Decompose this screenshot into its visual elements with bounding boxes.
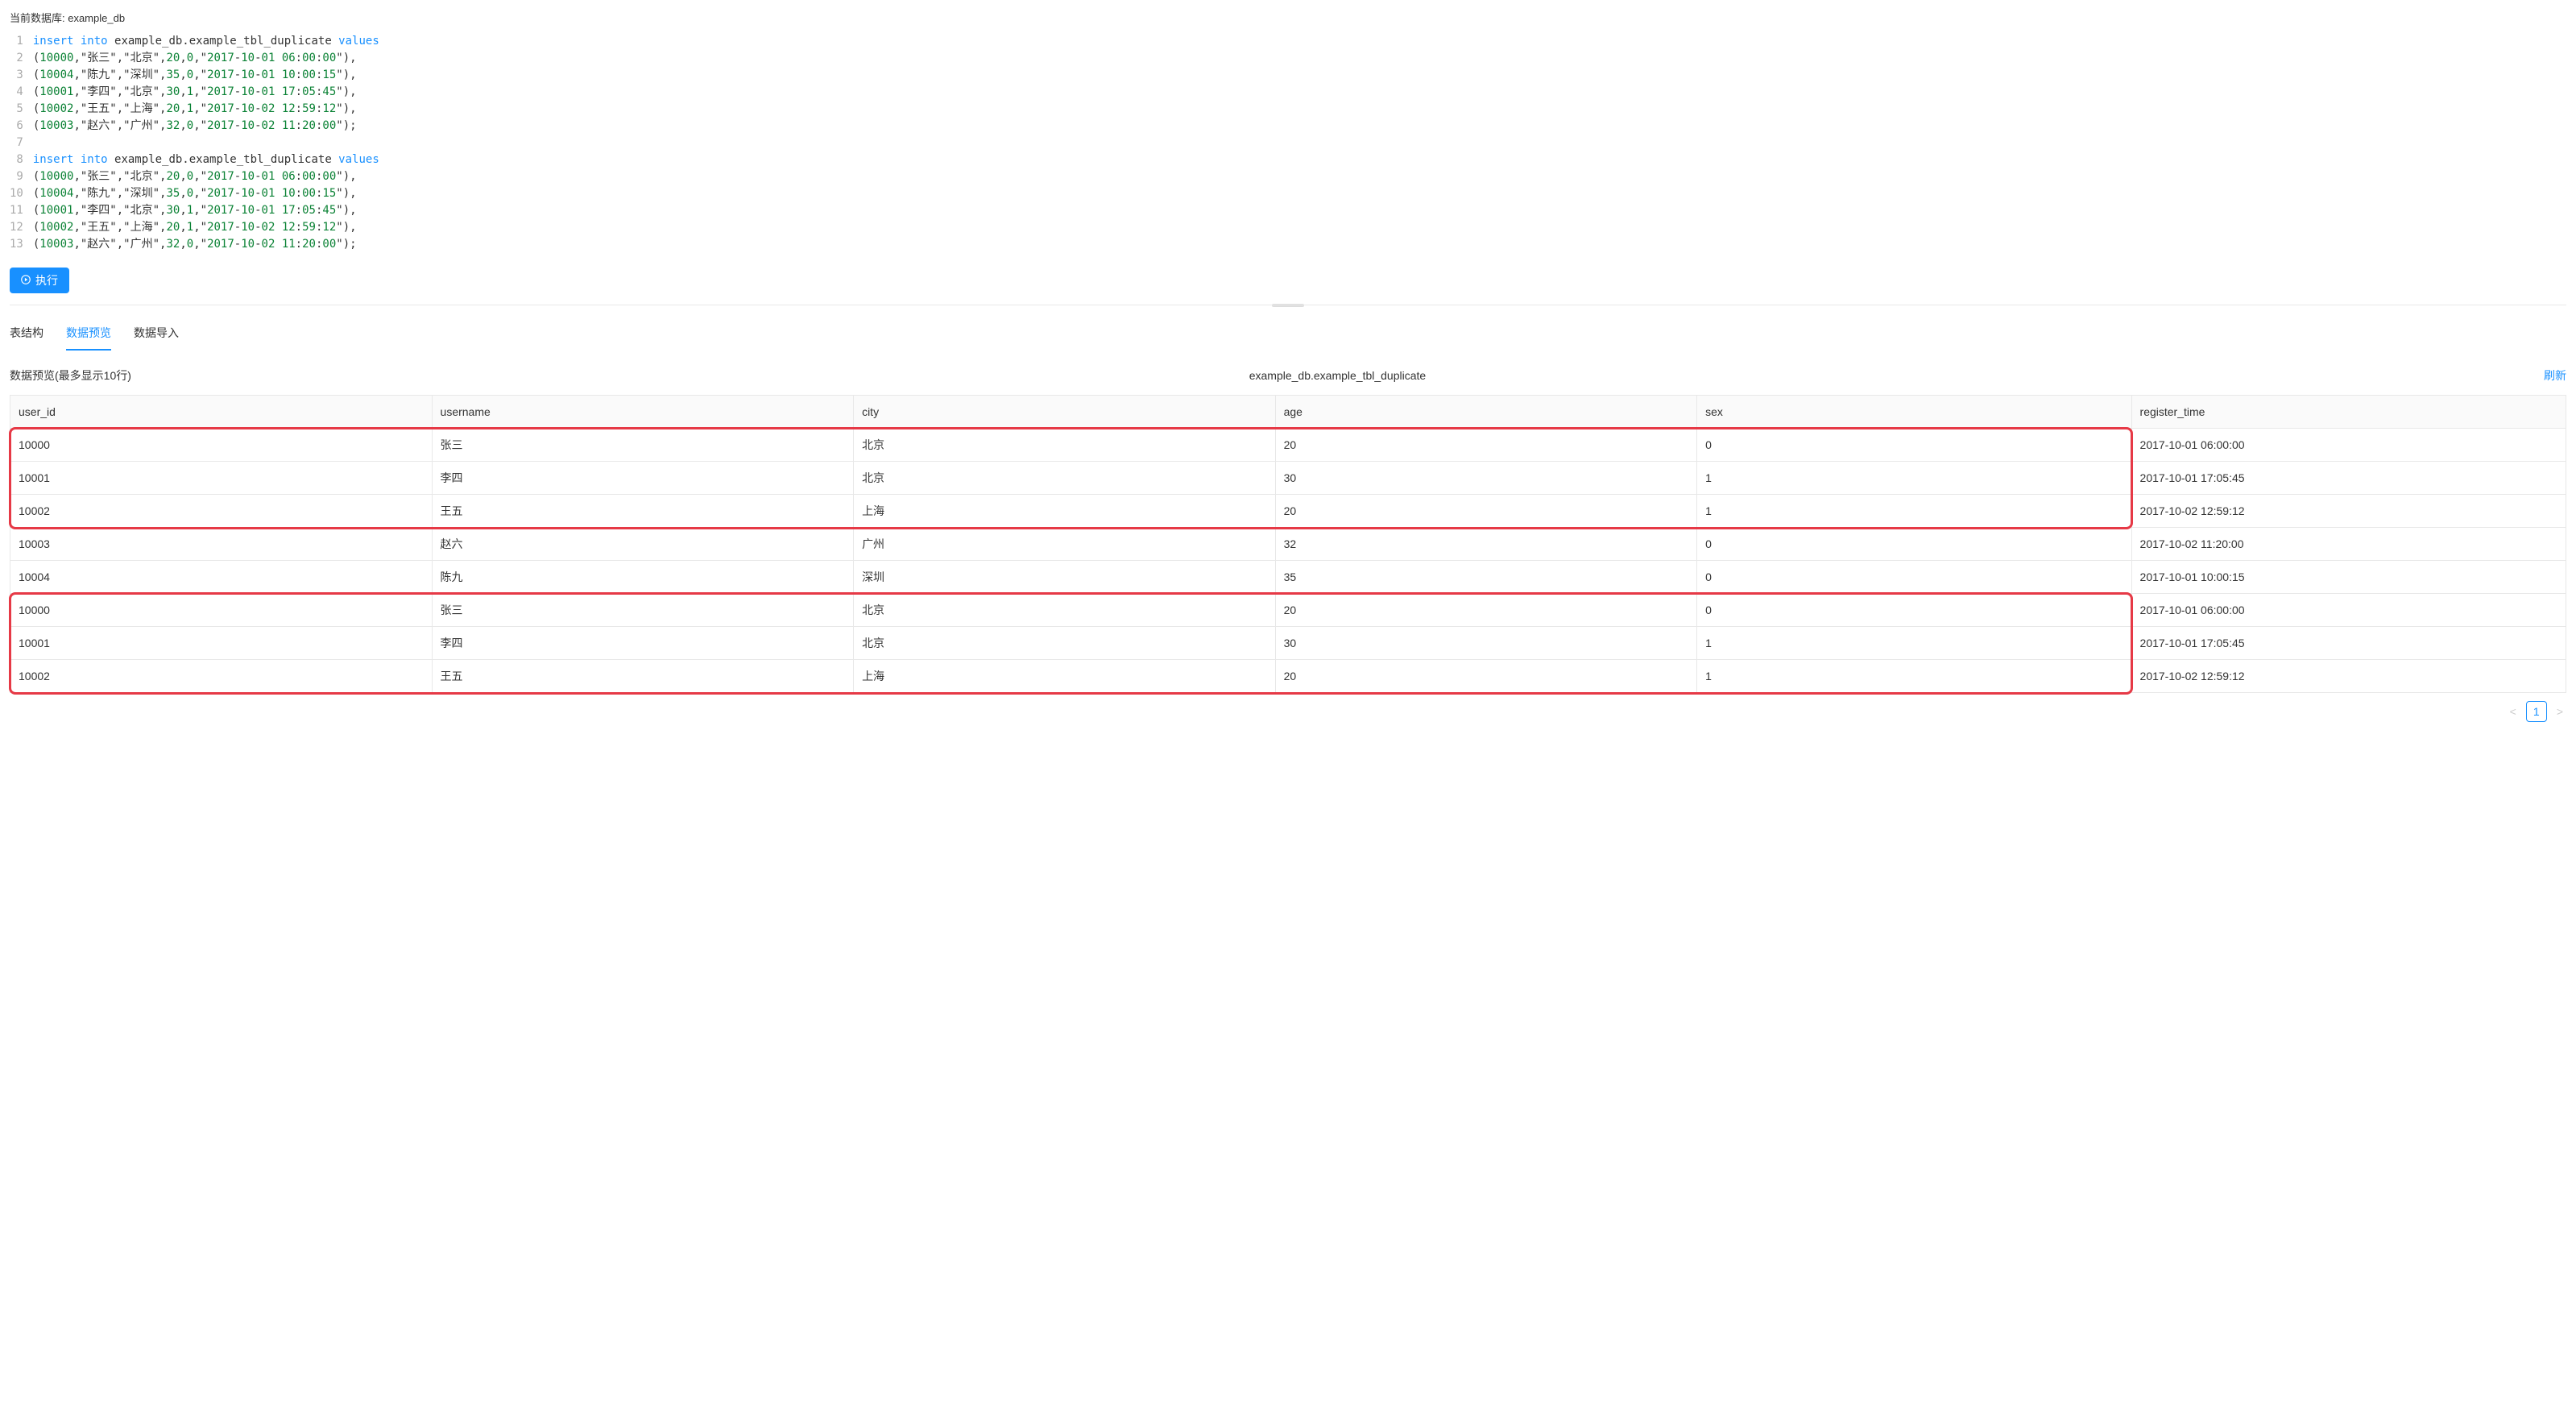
cell-username: 张三 [432,429,854,462]
column-header-register_time: register_time [2131,396,2566,429]
page-prev[interactable]: < [2507,703,2520,720]
cell-city: 北京 [854,462,1276,495]
cell-sex: 0 [1697,594,2131,627]
play-icon [21,274,31,287]
table-row: 10003赵六广州3202017-10-02 11:20:00 [10,528,2566,561]
cell-sex: 1 [1697,660,2131,693]
cell-user_id: 10003 [10,528,433,561]
cell-user_id: 10001 [10,462,433,495]
table-row: 10002王五上海2012017-10-02 12:59:12 [10,495,2566,528]
cell-age: 30 [1275,462,1697,495]
cell-register_time: 2017-10-02 12:59:12 [2131,495,2566,528]
table-row: 10000张三北京2002017-10-01 06:00:00 [10,594,2566,627]
cell-register_time: 2017-10-02 11:20:00 [2131,528,2566,561]
cell-user_id: 10004 [10,561,433,594]
line-gutter: 12345678910111213 [10,33,33,253]
tab-0[interactable]: 表结构 [10,320,43,351]
execute-button[interactable]: 执行 [10,268,69,293]
cell-sex: 1 [1697,495,2131,528]
cell-register_time: 2017-10-01 10:00:15 [2131,561,2566,594]
cell-sex: 1 [1697,627,2131,660]
data-preview-table: user_idusernamecityagesexregister_time 1… [10,395,2566,693]
cell-age: 20 [1275,594,1697,627]
cell-username: 张三 [432,594,854,627]
code-content[interactable]: insert into example_db.example_tbl_dupli… [33,33,2566,253]
table-row: 10004陈九深圳3502017-10-01 10:00:15 [10,561,2566,594]
cell-user_id: 10000 [10,429,433,462]
result-tabs: 表结构数据预览数据导入 [10,320,2566,351]
cell-username: 李四 [432,462,854,495]
cell-age: 35 [1275,561,1697,594]
table-row: 10002王五上海2012017-10-02 12:59:12 [10,660,2566,693]
cell-register_time: 2017-10-02 12:59:12 [2131,660,2566,693]
cell-user_id: 10000 [10,594,433,627]
cell-username: 陈九 [432,561,854,594]
cell-sex: 0 [1697,429,2131,462]
cell-register_time: 2017-10-01 17:05:45 [2131,627,2566,660]
cell-age: 30 [1275,627,1697,660]
column-header-user_id: user_id [10,396,433,429]
cell-register_time: 2017-10-01 06:00:00 [2131,594,2566,627]
cell-age: 20 [1275,429,1697,462]
cell-user_id: 10002 [10,495,433,528]
cell-user_id: 10001 [10,627,433,660]
cell-username: 李四 [432,627,854,660]
table-row: 10001李四北京3012017-10-01 17:05:45 [10,462,2566,495]
cell-age: 20 [1275,660,1697,693]
page-next[interactable]: > [2553,703,2566,720]
column-header-username: username [432,396,854,429]
cell-age: 32 [1275,528,1697,561]
cell-city: 上海 [854,495,1276,528]
cell-city: 北京 [854,627,1276,660]
cell-sex: 1 [1697,462,2131,495]
pagination: < 1 > [10,701,2566,722]
preview-title: 数据预览(最多显示10行) [10,367,131,384]
refresh-link[interactable]: 刷新 [2544,367,2566,384]
cell-register_time: 2017-10-01 17:05:45 [2131,462,2566,495]
execute-button-label: 执行 [35,272,58,288]
cell-sex: 0 [1697,561,2131,594]
column-header-city: city [854,396,1276,429]
cell-city: 广州 [854,528,1276,561]
sql-editor[interactable]: 12345678910111213 insert into example_db… [10,33,2566,253]
tab-2[interactable]: 数据导入 [134,320,179,351]
cell-register_time: 2017-10-01 06:00:00 [2131,429,2566,462]
cell-user_id: 10002 [10,660,433,693]
table-row: 10000张三北京2002017-10-01 06:00:00 [10,429,2566,462]
cell-city: 上海 [854,660,1276,693]
cell-city: 北京 [854,429,1276,462]
cell-username: 王五 [432,660,854,693]
tab-1[interactable]: 数据预览 [66,320,111,351]
cell-sex: 0 [1697,528,2131,561]
table-row: 10001李四北京3012017-10-01 17:05:45 [10,627,2566,660]
cell-age: 20 [1275,495,1697,528]
column-header-sex: sex [1697,396,2131,429]
page-number-current[interactable]: 1 [2526,701,2547,722]
column-header-age: age [1275,396,1697,429]
preview-table-name: example_db.example_tbl_duplicate [131,369,2544,382]
current-database-label: 当前数据库: example_db [10,10,2566,25]
cell-username: 赵六 [432,528,854,561]
cell-city: 深圳 [854,561,1276,594]
cell-username: 王五 [432,495,854,528]
cell-city: 北京 [854,594,1276,627]
